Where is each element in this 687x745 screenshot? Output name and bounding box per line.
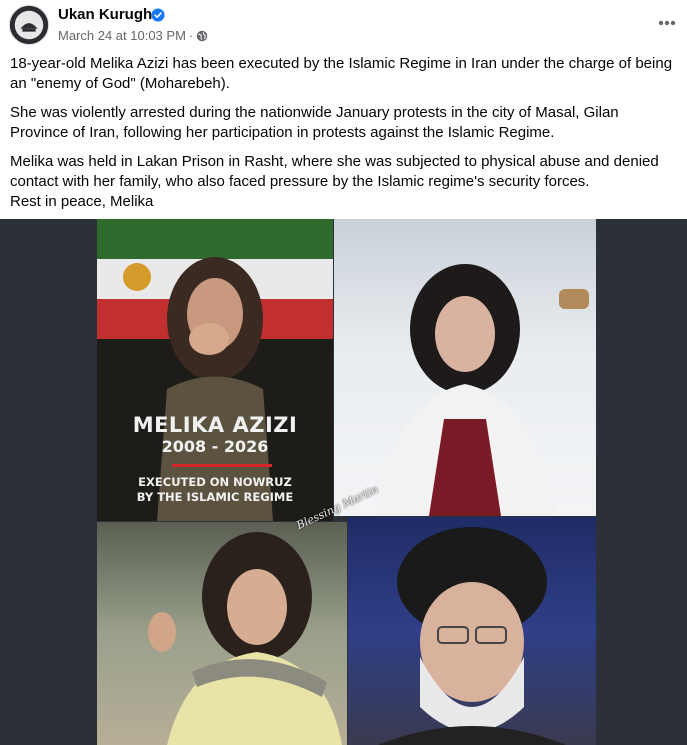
collage-panel-smoking-portrait bbox=[97, 522, 347, 745]
smoking-portrait-illustration bbox=[148, 532, 342, 745]
image-collage: MELIKA AZIZI 2008 - 2026 EXECUTED ON NOW… bbox=[97, 219, 596, 745]
verified-badge-icon bbox=[151, 8, 165, 22]
memorial-years: 2008 - 2026 bbox=[161, 437, 269, 456]
memorial-caption-line-1: EXECUTED ON NOWRUZ bbox=[138, 475, 292, 489]
more-dots-graphic bbox=[658, 20, 676, 26]
post-text: 18-year-old Melika Azizi has been execut… bbox=[10, 54, 676, 212]
snow-portrait-illustration bbox=[374, 264, 589, 516]
collage-panel-memorial: MELIKA AZIZI 2008 - 2026 EXECUTED ON NOW… bbox=[97, 219, 333, 521]
memorial-caption-line-2: BY THE ISLAMIC REGIME bbox=[136, 490, 294, 504]
more-options-icon[interactable] bbox=[654, 10, 680, 36]
post-timestamp[interactable]: March 24 at 10:03 PM bbox=[58, 28, 186, 43]
profile-avatar[interactable] bbox=[9, 5, 49, 45]
post-paragraph-2: She was violently arrested during the na… bbox=[10, 104, 619, 141]
post-paragraph-4: Rest in peace, Melika bbox=[10, 193, 154, 210]
avatar-graphic bbox=[10, 6, 48, 44]
memorial-accent-bar bbox=[172, 464, 272, 467]
post-image[interactable]: MELIKA AZIZI 2008 - 2026 EXECUTED ON NOW… bbox=[0, 219, 687, 745]
post-header: Ukan Kurugh March 24 at 10:03 PM · bbox=[0, 0, 687, 50]
globe-icon[interactable] bbox=[196, 30, 208, 42]
collage-panel-cleric-portrait bbox=[348, 517, 596, 745]
cleric-portrait-illustration bbox=[378, 527, 566, 745]
meta-separator: · bbox=[188, 28, 194, 43]
author-name[interactable]: Ukan Kurugh bbox=[58, 6, 152, 23]
post-paragraph-1: 18-year-old Melika Azizi has been execut… bbox=[10, 55, 673, 92]
post-meta: March 24 at 10:03 PM · bbox=[58, 28, 208, 43]
collage-panel-snow-portrait bbox=[334, 219, 596, 516]
memorial-caption: EXECUTED ON NOWRUZ BY THE ISLAMIC REGIME bbox=[97, 475, 333, 505]
memorial-name: MELIKA AZIZI bbox=[132, 413, 298, 437]
post-paragraph-3: Melika was held in Lakan Prison in Rasht… bbox=[10, 153, 659, 190]
